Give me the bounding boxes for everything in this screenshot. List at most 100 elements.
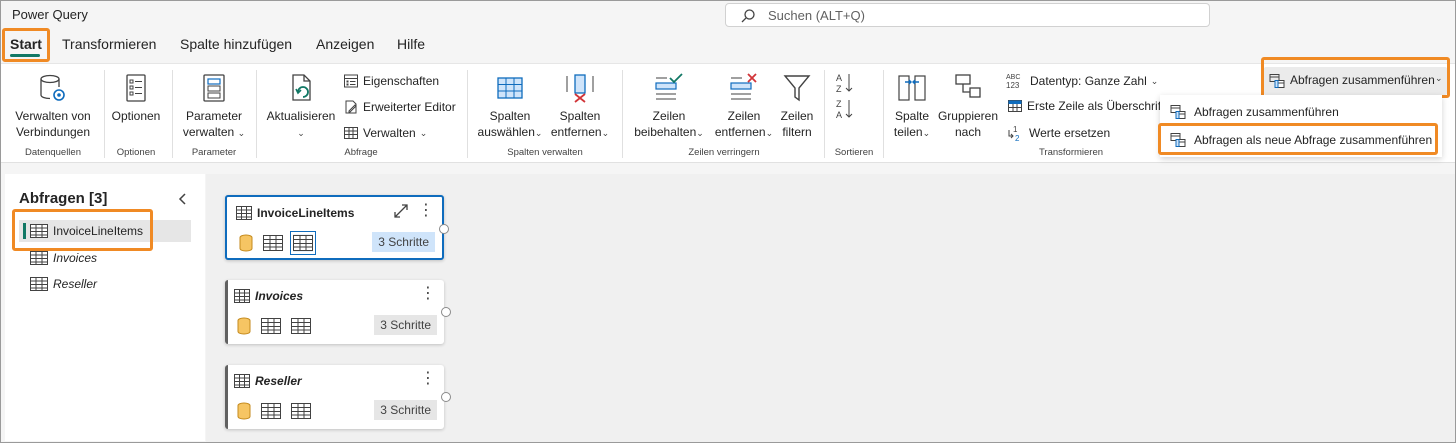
search-icon: [741, 9, 755, 23]
group-by-button[interactable]: Gruppieren nach: [935, 72, 1001, 140]
svg-text:1: 1: [1013, 125, 1018, 134]
data-type-button[interactable]: ABC 123 Datentyp: Ganze Zahl ⌄: [1006, 72, 1158, 90]
split-column-icon: [898, 75, 926, 101]
split-column-button[interactable]: Spalte teilen⌄: [889, 72, 935, 141]
query-card-invoicelineitems[interactable]: InvoiceLineItems ⋮ 3 Schritte: [225, 195, 449, 260]
search-box[interactable]: [725, 3, 1210, 27]
merge-queries-label: Abfragen zusammenführen: [1290, 73, 1435, 87]
separator: [622, 70, 623, 158]
query-item-label: InvoiceLineItems: [53, 224, 144, 238]
table-icon: [30, 251, 48, 265]
table-icon: [30, 277, 48, 291]
merge-queries-icon: [1170, 105, 1186, 119]
navigation-step-icon[interactable]: [261, 402, 281, 420]
choose-columns-icon: [497, 77, 523, 99]
manage-query-button[interactable]: Verwalten ⌄: [343, 125, 427, 141]
source-icon[interactable]: [237, 402, 251, 420]
separator: [256, 70, 257, 158]
search-input[interactable]: [768, 7, 1188, 24]
more-options-icon[interactable]: ⋮: [420, 371, 436, 387]
table-icon: [344, 127, 358, 139]
filter-rows-label-1: Zeilen: [780, 109, 814, 123]
choose-columns-label-1: Spalten: [489, 109, 531, 123]
query-item-invoices[interactable]: Invoices: [19, 247, 191, 269]
options-icon: [126, 74, 146, 102]
options-label: Optionen: [111, 109, 161, 123]
chevron-left-icon[interactable]: [177, 193, 189, 205]
transform-step-icon[interactable]: [291, 402, 311, 420]
steps-badge[interactable]: 3 Schritte: [372, 232, 435, 252]
query-item-reseller[interactable]: Reseller: [19, 273, 191, 295]
choose-columns-button[interactable]: Spalten auswählen⌄: [475, 72, 545, 141]
step-icons: [237, 402, 311, 420]
tab-spalte-hinzufuegen[interactable]: Spalte hinzufügen: [180, 36, 292, 52]
remove-rows-label-1: Zeilen: [727, 109, 761, 123]
separator: [824, 70, 825, 158]
tab-start[interactable]: Start: [10, 36, 42, 52]
manage-parameters-button[interactable]: Parameter verwalten ⌄: [179, 72, 249, 141]
step-icons: [237, 317, 311, 335]
tab-hilfe[interactable]: Hilfe: [397, 36, 425, 52]
diagram-canvas: InvoiceLineItems ⋮ 3 Schritte Invoices ⋮…: [206, 174, 1455, 442]
group-label-zeilen: Zeilen verringern: [688, 147, 760, 158]
more-options-icon[interactable]: ⋮: [420, 286, 436, 302]
ribbon-tabs: Start Transformieren Spalte hinzufügen A…: [1, 31, 1455, 61]
refresh-label: Aktualisieren: [266, 109, 336, 123]
database-settings-icon: [40, 74, 65, 101]
manage-connections-label: Verwalten von Verbindungen: [15, 109, 91, 139]
steps-badge[interactable]: 3 Schritte: [374, 400, 437, 420]
more-options-icon[interactable]: ⋮: [418, 203, 434, 219]
query-item-label: Reseller: [53, 277, 98, 291]
refresh-button[interactable]: Aktualisieren ⌄: [263, 72, 339, 141]
tab-transformieren[interactable]: Transformieren: [62, 36, 156, 52]
sort-ascending-button[interactable]: AZ: [835, 72, 855, 94]
properties-button[interactable]: Eigenschaften: [343, 73, 439, 89]
split-column-label-2: teilen: [893, 125, 923, 139]
card-connector[interactable]: [441, 307, 451, 317]
expand-icon[interactable]: [394, 204, 408, 218]
query-card-reseller[interactable]: Reseller ⋮ 3 Schritte: [225, 365, 451, 429]
separator: [172, 70, 173, 158]
parameters-icon: [203, 74, 225, 102]
chevron-down-icon: ⌄: [237, 128, 246, 138]
merge-queries-menu: Abfragen zusammenführen Abfragen als neu…: [1160, 95, 1442, 157]
options-button[interactable]: Optionen: [109, 72, 163, 124]
steps-badge[interactable]: 3 Schritte: [374, 315, 437, 335]
source-icon[interactable]: [239, 234, 253, 252]
transform-step-icon[interactable]: [291, 317, 311, 335]
advanced-editor-label: Erweiterter Editor: [363, 100, 456, 114]
transform-step-icon[interactable]: [290, 231, 316, 255]
remove-rows-icon: [730, 73, 757, 100]
keep-rows-button[interactable]: Zeilen beibehalten⌄: [629, 72, 709, 141]
group-label-abfrage: Abfrage: [344, 147, 378, 158]
title-bar: Power Query: [1, 1, 1455, 31]
use-first-row-as-headers-button[interactable]: Erste Zeile als Überschrif: [1007, 98, 1161, 114]
chevron-down-icon[interactable]: ⌄: [1435, 73, 1443, 84]
group-by-icon: [955, 74, 981, 98]
filter-rows-button[interactable]: Zeilen filtern: [777, 72, 817, 140]
separator: [467, 70, 468, 158]
chevron-down-icon: ⌄: [419, 127, 428, 138]
navigation-step-icon[interactable]: [261, 317, 281, 335]
remove-rows-button[interactable]: Zeilen entfernen⌄: [709, 72, 779, 141]
query-card-invoices[interactable]: Invoices ⋮ 3 Schritte: [225, 280, 451, 344]
svg-text:ABC: ABC: [1006, 74, 1020, 81]
card-connector[interactable]: [441, 392, 451, 402]
remove-columns-button[interactable]: Spalten entfernen⌄: [546, 72, 614, 141]
source-icon[interactable]: [237, 317, 251, 335]
menu-item-merge-as-new[interactable]: Abfragen als neue Abfrage zusammenführen: [1166, 127, 1436, 153]
menu-item-merge-queries[interactable]: Abfragen zusammenführen: [1166, 99, 1436, 125]
card-connector[interactable]: [439, 224, 449, 234]
manage-connections-button[interactable]: Verwalten von Verbindungen: [13, 72, 93, 140]
split-column-label-1: Spalte: [894, 109, 930, 123]
advanced-editor-button[interactable]: Erweiterter Editor: [343, 99, 456, 115]
replace-values-button[interactable]: 12 Werte ersetzen: [1007, 124, 1110, 142]
header-row-icon: [1008, 100, 1022, 112]
group-by-label-1: Gruppieren: [937, 109, 999, 123]
sort-descending-button[interactable]: ZA: [835, 98, 855, 120]
tab-anzeigen[interactable]: Anzeigen: [316, 36, 374, 52]
query-item-invoicelineitems[interactable]: InvoiceLineItems: [19, 220, 191, 242]
merge-queries-split-button[interactable]: Abfragen zusammenführen ⌄: [1264, 67, 1447, 95]
navigation-step-icon[interactable]: [263, 234, 283, 252]
svg-text:2: 2: [1015, 134, 1020, 142]
